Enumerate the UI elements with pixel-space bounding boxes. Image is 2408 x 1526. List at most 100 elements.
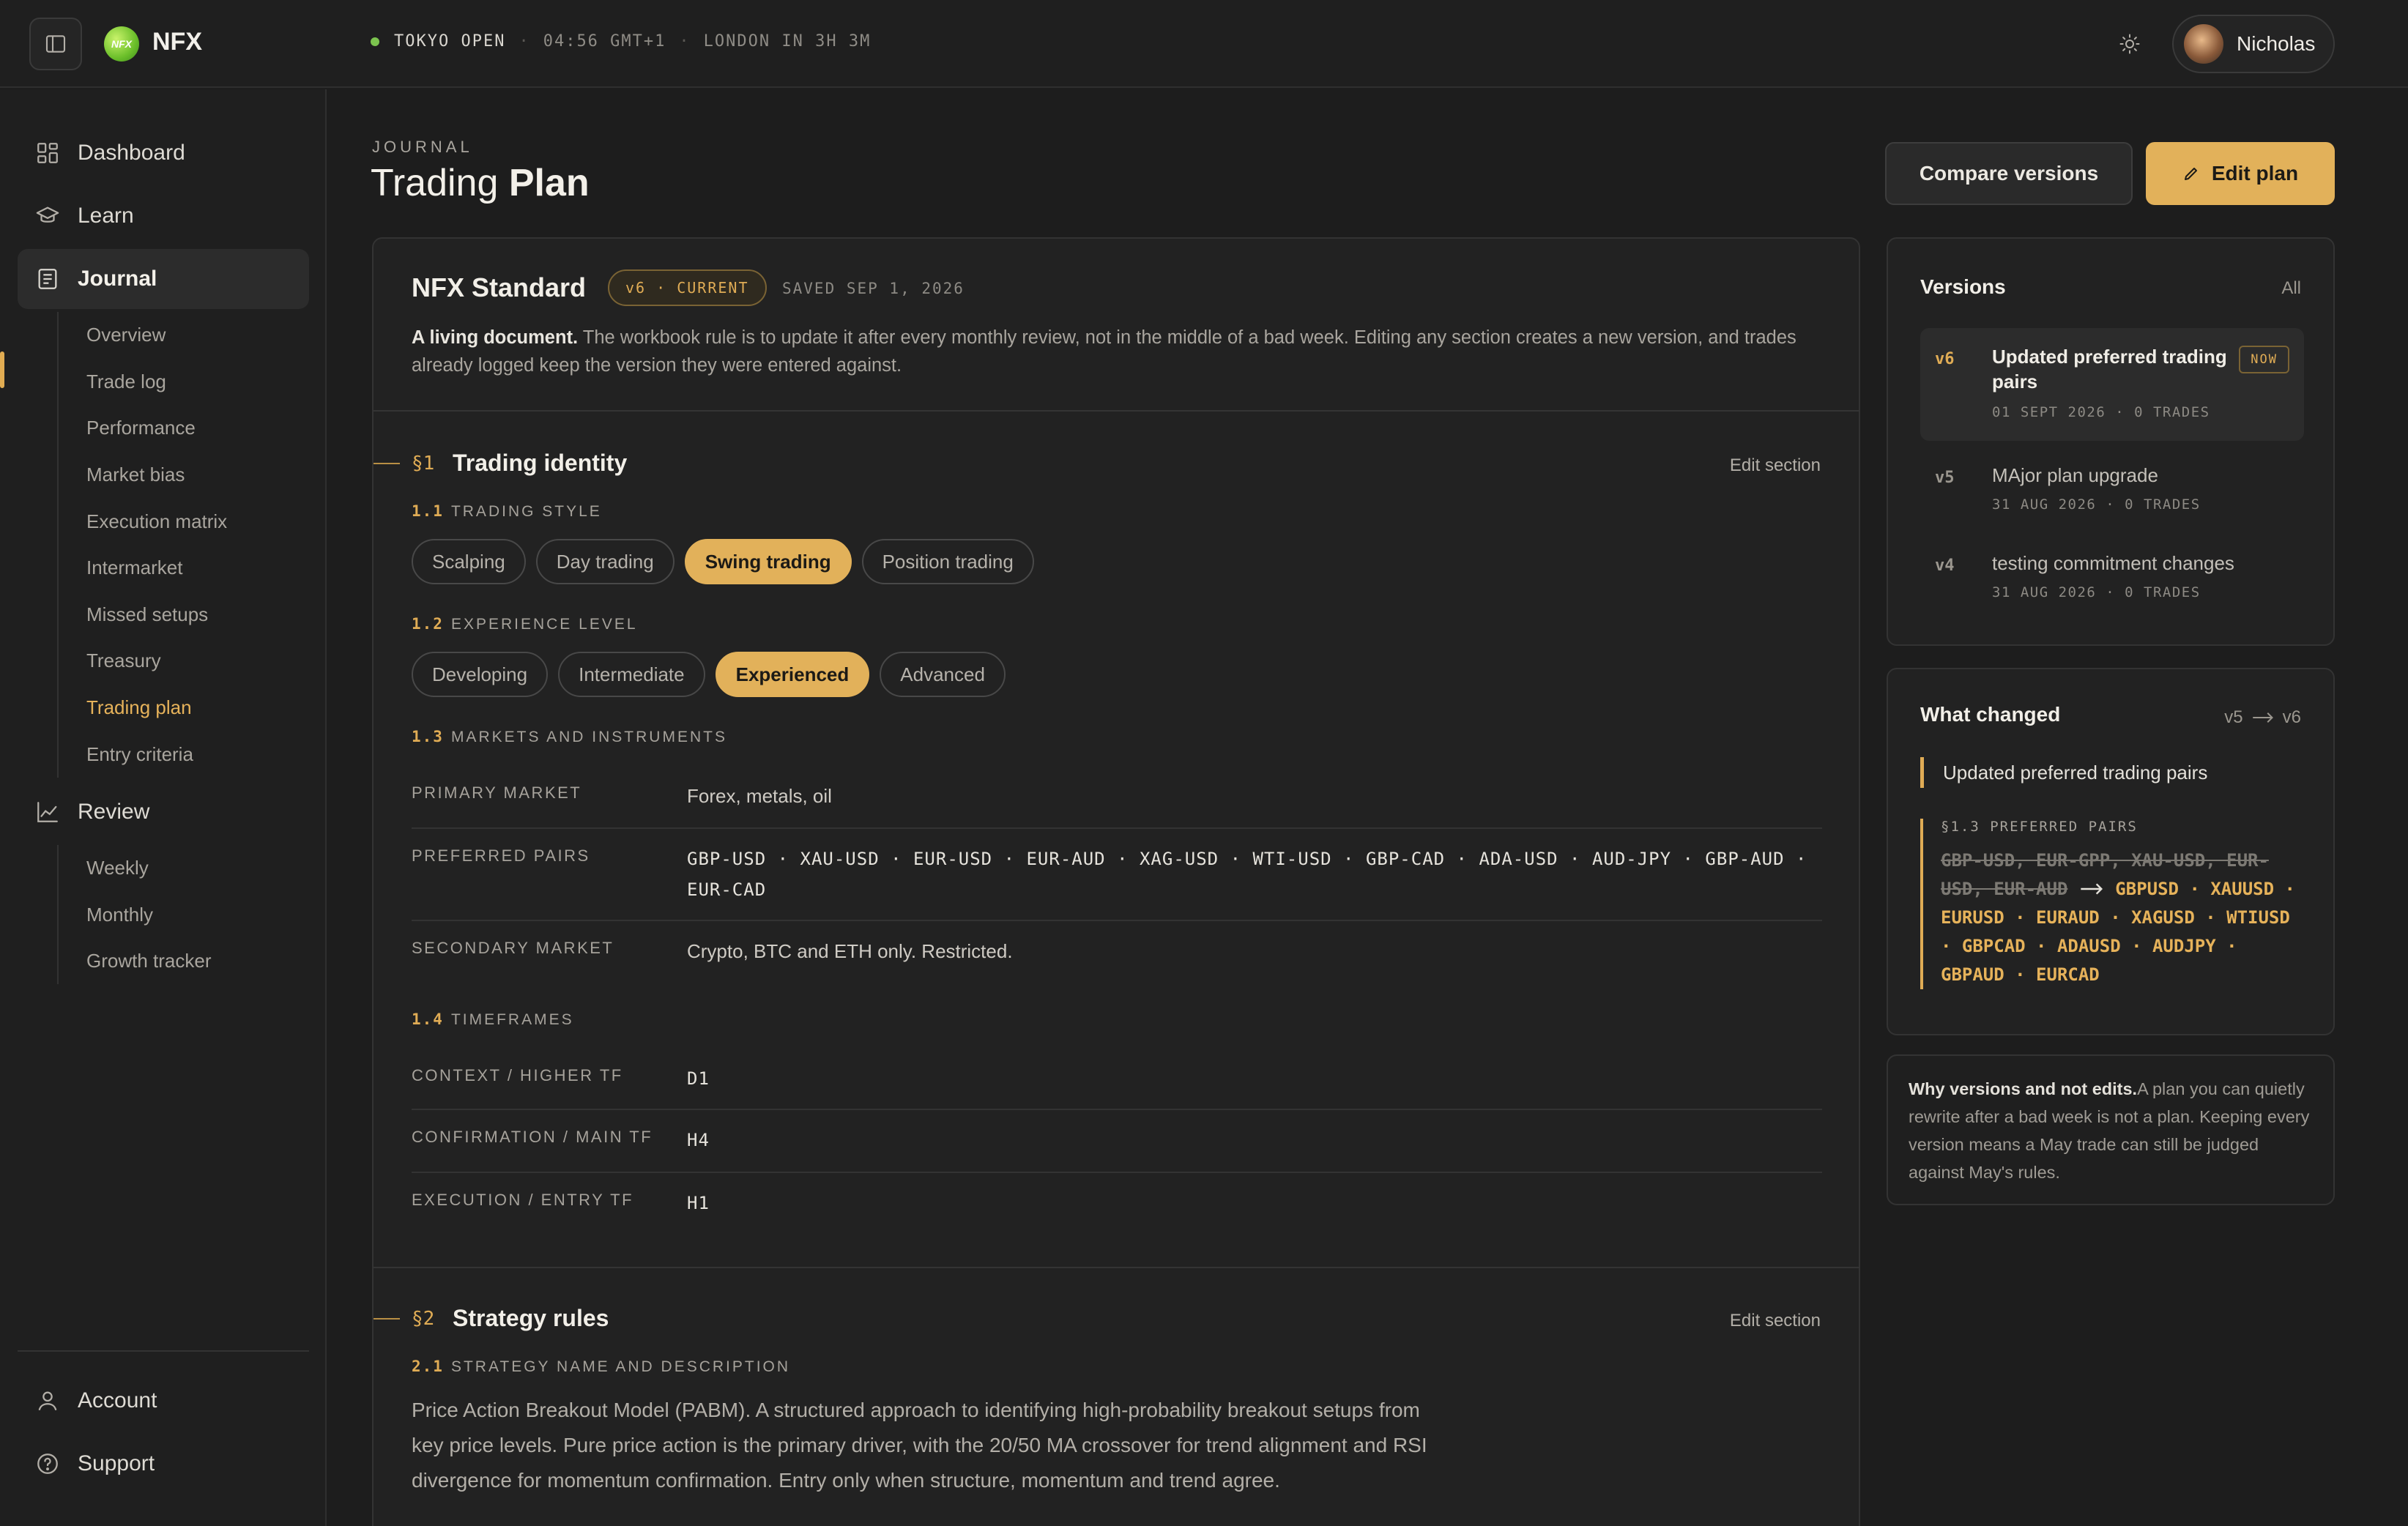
subnav-item-monthly[interactable]: Monthly xyxy=(59,892,212,939)
plan-name: NFX Standard xyxy=(412,272,587,302)
subnav-item-trading-plan[interactable]: Trading plan xyxy=(59,685,227,732)
sidebar-item-learn[interactable]: Learn xyxy=(18,186,309,246)
brand-name[interactable]: NFX xyxy=(152,28,202,56)
subsection-label: TIMEFRAMES xyxy=(450,1011,574,1028)
sidebar-item-label: Account xyxy=(78,1388,157,1413)
versions-all-link[interactable]: All xyxy=(2281,278,2301,299)
version-title: Updated preferred trading pairs xyxy=(1992,346,2227,392)
experience-level-heading: 1.2 EXPERIENCE LEVEL xyxy=(412,615,638,633)
review-subnav: Weekly Monthly Growth tracker xyxy=(57,845,212,984)
sidebar-toggle-icon xyxy=(45,35,66,53)
field-value: D1 xyxy=(687,1068,710,1089)
next-session: LONDON IN 3H 3M xyxy=(703,32,872,51)
field-value: H4 xyxy=(687,1130,710,1150)
separator: · xyxy=(519,32,530,51)
compare-versions-button[interactable]: Compare versions xyxy=(1885,142,2133,205)
chart-line-icon xyxy=(37,802,58,822)
experience-level-options: Developing Intermediate Experienced Adva… xyxy=(412,652,1006,697)
subsection-label: STRATEGY NAME AND DESCRIPTION xyxy=(450,1358,791,1375)
clock: 04:56 GMT+1 xyxy=(543,32,666,51)
trading-style-options: Scalping Day trading Swing trading Posit… xyxy=(412,539,1034,584)
logo-text: NFX xyxy=(111,38,132,50)
sidebar-item-label: Support xyxy=(78,1451,155,1475)
plan-description: A living document. The workbook rule is … xyxy=(412,324,1825,379)
subnav-item-execution-matrix[interactable]: Execution matrix xyxy=(59,498,227,545)
avatar xyxy=(2184,24,2223,64)
edit-plan-button[interactable]: Edit plan xyxy=(2146,142,2335,205)
subnav-item-performance[interactable]: Performance xyxy=(59,405,227,452)
field-value: Forex, metals, oil xyxy=(687,785,832,807)
version-title: MAjor plan upgrade xyxy=(1992,464,2158,486)
version-number: v6 xyxy=(1935,350,1955,368)
sidebar-item-support[interactable]: Support xyxy=(18,1434,309,1494)
secondary-market-row: SECONDARY MARKET Crypto, BTC and ETH onl… xyxy=(412,939,1822,983)
sidebar-item-label: Dashboard xyxy=(78,141,185,165)
subsection-number: 2.1 xyxy=(412,1358,444,1375)
style-option-position-trading[interactable]: Position trading xyxy=(861,539,1034,584)
sidebar: Dashboard Learn Journal Overview Trade l… xyxy=(0,89,327,1526)
arrow-right-icon xyxy=(2252,712,2273,723)
market-session: TOKYO OPEN xyxy=(394,32,506,51)
subnav-item-weekly[interactable]: Weekly xyxy=(59,845,212,892)
subnav-item-missed-setups[interactable]: Missed setups xyxy=(59,592,227,639)
subnav-item-market-bias[interactable]: Market bias xyxy=(59,452,227,499)
field-value: H1 xyxy=(687,1193,710,1213)
version-item-v6[interactable]: v6 Updated preferred trading pairs 01 SE… xyxy=(1920,328,2304,441)
theme-toggle-button[interactable] xyxy=(2115,29,2144,59)
experience-option-experienced[interactable]: Experienced xyxy=(715,652,870,697)
change-summary: Updated preferred trading pairs xyxy=(1920,757,2207,788)
subsection-label: TRADING STYLE xyxy=(450,503,602,520)
strategy-description: Price Action Breakout Model (PABM). A st… xyxy=(412,1399,1427,1492)
version-item-v5[interactable]: v5 MAjor plan upgrade 31 AUG 2026 · 0 TR… xyxy=(1920,453,2304,527)
sidebar-item-dashboard[interactable]: Dashboard xyxy=(18,123,309,183)
journal-subnav: Overview Trade log Performance Market bi… xyxy=(57,312,227,778)
page-title: Trading Plan xyxy=(371,161,590,205)
version-badge: v6 · CURRENT xyxy=(608,269,767,306)
sidebar-item-review[interactable]: Review xyxy=(18,782,309,842)
subnav-item-trade-log[interactable]: Trade log xyxy=(59,359,227,406)
style-option-swing-trading[interactable]: Swing trading xyxy=(684,539,852,584)
sidebar-item-account[interactable]: Account xyxy=(18,1371,309,1431)
pencil-icon xyxy=(2184,168,2197,180)
diff-to: v6 xyxy=(2282,707,2301,727)
subnav-item-entry-criteria[interactable]: Entry criteria xyxy=(59,731,227,778)
status-dot-icon xyxy=(371,37,379,46)
style-option-day-trading[interactable]: Day trading xyxy=(535,539,675,584)
help-circle-icon xyxy=(37,1454,58,1474)
edit-section-2-button[interactable]: Edit section xyxy=(1730,1311,1821,1331)
user-menu-button[interactable]: Nicholas xyxy=(2172,15,2335,73)
field-value: Crypto, BTC and ETH only. Restricted. xyxy=(687,940,1013,962)
saved-date: SAVED SEP 1, 2026 xyxy=(782,280,965,297)
diff-block: §1.3 PREFERRED PAIRS GBP-USD, EUR-GPP, X… xyxy=(1920,819,2304,989)
subsection-number: 1.4 xyxy=(412,1010,444,1028)
subnav-item-treasury[interactable]: Treasury xyxy=(59,638,227,685)
section-marker xyxy=(374,463,400,464)
experience-option-advanced[interactable]: Advanced xyxy=(880,652,1006,697)
subnav-item-overview[interactable]: Overview xyxy=(59,312,227,359)
field-label: PRIMARY MARKET xyxy=(412,784,582,802)
execution-tf-row: EXECUTION / ENTRY TF H1 xyxy=(412,1191,1822,1235)
experience-option-developing[interactable]: Developing xyxy=(412,652,549,697)
divider xyxy=(374,410,1860,412)
versions-panel: Versions All v6 Updated preferred tradin… xyxy=(1887,237,2335,646)
user-name: Nicholas xyxy=(2237,32,2316,55)
field-value: GBP-USD · XAU-USD · EUR-USD · EUR-AUD · … xyxy=(687,849,1807,900)
section-title: Trading identity xyxy=(453,450,628,476)
sidebar-item-label: Learn xyxy=(78,204,134,228)
subnav-item-intermarket[interactable]: Intermarket xyxy=(59,545,227,592)
trading-style-heading: 1.1 TRADING STYLE xyxy=(412,502,602,521)
version-meta: 31 AUG 2026 · 0 TRADES xyxy=(1992,496,2201,513)
subnav-item-growth-tracker[interactable]: Growth tracker xyxy=(59,938,212,985)
version-item-v4[interactable]: v4 testing commitment changes 31 AUG 202… xyxy=(1920,540,2304,615)
brand-logo[interactable]: NFX xyxy=(104,26,139,62)
sidebar-toggle-button[interactable] xyxy=(29,18,82,70)
strategy-name-heading: 2.1 STRATEGY NAME AND DESCRIPTION xyxy=(412,1358,790,1376)
edit-section-1-button[interactable]: Edit section xyxy=(1730,455,1821,476)
subsection-label: MARKETS AND INSTRUMENTS xyxy=(450,729,727,745)
sidebar-item-journal[interactable]: Journal xyxy=(18,249,309,309)
style-option-scalping[interactable]: Scalping xyxy=(412,539,526,584)
diff-text: GBP-USD, EUR-GPP, XAU-USD, EUR-USD, EUR-… xyxy=(1941,846,2304,989)
experience-option-intermediate[interactable]: Intermediate xyxy=(558,652,705,697)
section-marker xyxy=(374,1318,400,1320)
field-label: EXECUTION / ENTRY TF xyxy=(412,1191,634,1209)
